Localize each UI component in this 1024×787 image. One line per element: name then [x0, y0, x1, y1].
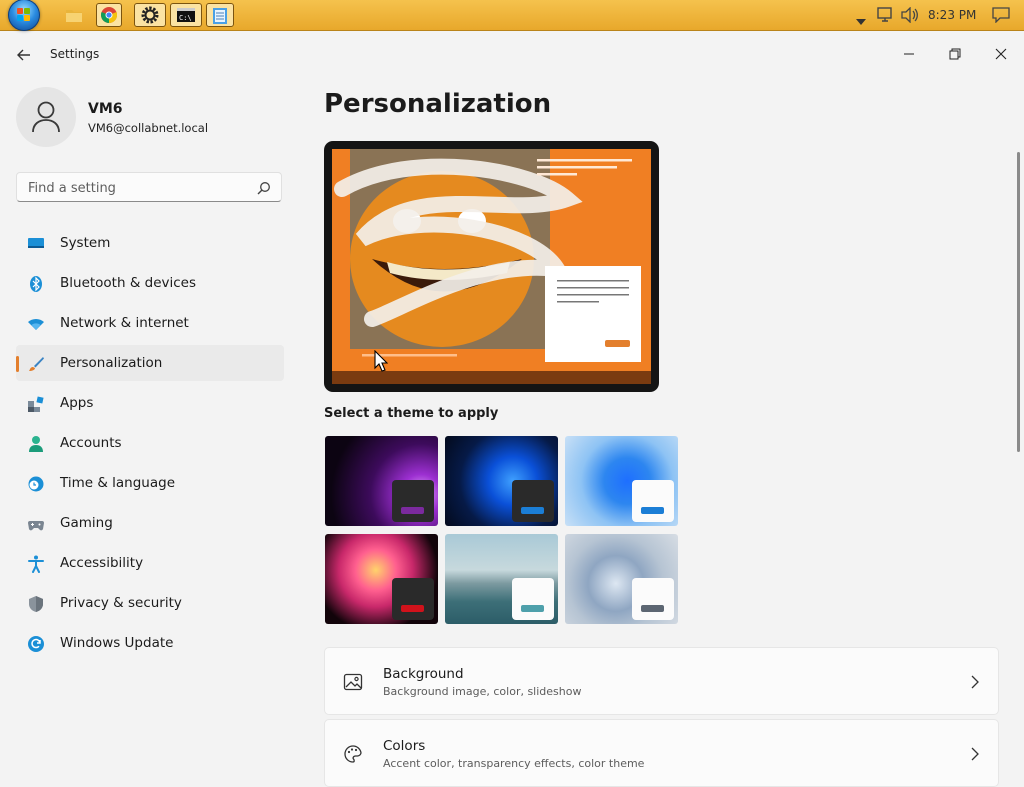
- theme-accent-badge: [632, 578, 674, 620]
- sidebar-item-accounts[interactable]: Accounts: [16, 425, 284, 461]
- theme-accent-badge: [392, 480, 434, 522]
- card-subtitle: Background image, color, slideshow: [383, 685, 582, 698]
- sidebar-item-label: Windows Update: [60, 635, 174, 651]
- bluetooth-icon: [27, 275, 45, 293]
- start-button[interactable]: [8, 0, 40, 31]
- card-subtitle: Accent color, transparency effects, colo…: [383, 757, 645, 770]
- gamepad-icon: [27, 515, 45, 533]
- taskbar-notepad[interactable]: [206, 3, 234, 27]
- wifi-icon: [27, 315, 45, 333]
- volume-tray-icon[interactable]: [901, 6, 919, 24]
- sidebar-item-apps[interactable]: Apps: [16, 385, 284, 421]
- shield-icon: [27, 595, 45, 613]
- sidebar-item-label: Bluetooth & devices: [60, 275, 197, 291]
- user-email: VM6@collabnet.local: [88, 121, 209, 135]
- windows-logo-icon: [17, 8, 31, 22]
- palette-icon: [343, 744, 363, 764]
- minimize-icon: [904, 53, 914, 55]
- terminal-icon: C:\: [177, 8, 195, 22]
- sidebar-item-label: Privacy & security: [60, 595, 182, 611]
- sidebar-item-accessibility[interactable]: Accessibility: [16, 545, 284, 581]
- maximize-button[interactable]: [940, 39, 970, 69]
- sidebar-item-label: Time & language: [60, 475, 176, 491]
- search-input[interactable]: [26, 179, 250, 197]
- sidebar-item-network-internet[interactable]: Network & internet: [16, 305, 284, 341]
- sidebar-item-bluetooth-devices[interactable]: Bluetooth & devices: [16, 265, 284, 301]
- chevron-right-icon: [970, 674, 980, 689]
- minimize-button[interactable]: [894, 39, 924, 69]
- chevron-right-icon: [970, 746, 980, 761]
- sidebar-item-label: Gaming: [60, 515, 113, 531]
- sidebar-item-time-language[interactable]: Time & language: [16, 465, 284, 501]
- wallpaper-image: [332, 149, 651, 384]
- window-titlebar: Settings: [0, 31, 1024, 79]
- close-button[interactable]: [986, 39, 1016, 69]
- avatar[interactable]: [16, 87, 76, 147]
- restore-icon: [949, 48, 961, 60]
- scrollbar[interactable]: [1017, 152, 1020, 452]
- arrow-left-icon: [17, 49, 30, 61]
- image-icon: [343, 672, 363, 692]
- sidebar-nav: System Bluetooth & devices Network & int…: [16, 225, 284, 665]
- theme-option-flow[interactable]: [565, 534, 678, 624]
- desktop-background-preview: [332, 149, 651, 384]
- theme-accent-badge: [632, 480, 674, 522]
- taskbar-settings[interactable]: [134, 3, 166, 27]
- background-settings-card[interactable]: Background Background image, color, slid…: [324, 647, 999, 715]
- monitor-icon: [27, 235, 45, 253]
- card-title: Background: [383, 666, 464, 682]
- theme-option-captured-motion[interactable]: [325, 534, 438, 624]
- taskbar-chrome[interactable]: [96, 3, 122, 27]
- sidebar-item-privacy-security[interactable]: Privacy & security: [16, 585, 284, 621]
- network-tray-icon[interactable]: [877, 7, 895, 23]
- card-title: Colors: [383, 738, 426, 754]
- sidebar-item-label: Accessibility: [60, 555, 144, 571]
- sidebar-item-label: Apps: [60, 395, 94, 411]
- app-title: Settings: [50, 47, 100, 61]
- globe-clock-icon: [27, 475, 45, 493]
- sidebar-item-windows-update[interactable]: Windows Update: [16, 625, 284, 661]
- theme-option-sunrise[interactable]: [445, 534, 558, 624]
- person-icon: [32, 101, 60, 133]
- taskbar-clock[interactable]: 8:23 PM: [928, 8, 976, 22]
- taskbar-file-explorer[interactable]: [62, 3, 86, 27]
- person-icon: [27, 435, 45, 453]
- tray-overflow-icon[interactable]: [856, 11, 866, 25]
- back-button[interactable]: [14, 45, 34, 65]
- close-icon: [995, 48, 1007, 60]
- sidebar-item-label: Network & internet: [60, 315, 189, 331]
- notification-center-icon[interactable]: [992, 7, 1010, 24]
- page-title: Personalization: [324, 89, 552, 119]
- search-box[interactable]: [16, 172, 282, 202]
- svg-text:C:\: C:\: [179, 14, 192, 22]
- theme-accent-badge: [392, 578, 434, 620]
- user-name: VM6: [88, 101, 123, 117]
- theme-accent-badge: [512, 480, 554, 522]
- mouse-cursor-icon: [374, 349, 389, 372]
- folder-icon: [66, 10, 82, 22]
- theme-option-windows-light[interactable]: [565, 436, 678, 526]
- sidebar-item-system[interactable]: System: [16, 225, 284, 261]
- sidebar-item-personalization[interactable]: Personalization: [16, 345, 284, 381]
- taskbar-command-prompt[interactable]: C:\: [170, 3, 202, 27]
- taskbar: C:\ 8:23 PM: [0, 0, 1024, 31]
- brush-icon: [27, 355, 45, 373]
- sidebar-item-label: System: [60, 235, 111, 251]
- accessibility-icon: [27, 555, 45, 573]
- refresh-icon: [27, 635, 45, 653]
- chrome-icon: [101, 7, 117, 23]
- theme-option-windows-dark[interactable]: [445, 436, 558, 526]
- theme-accent-badge: [512, 578, 554, 620]
- apps-icon: [27, 395, 45, 413]
- sidebar-item-label: Accounts: [60, 435, 122, 451]
- theme-option-glow[interactable]: [325, 436, 438, 526]
- colors-settings-card[interactable]: Colors Accent color, transparency effect…: [324, 719, 999, 787]
- sidebar-item-gaming[interactable]: Gaming: [16, 505, 284, 541]
- search-icon[interactable]: [257, 180, 271, 195]
- notepad-icon: [213, 7, 227, 24]
- sidebar-item-label: Personalization: [60, 355, 163, 371]
- theme-section-label: Select a theme to apply: [324, 406, 499, 421]
- gear-icon: [141, 6, 159, 24]
